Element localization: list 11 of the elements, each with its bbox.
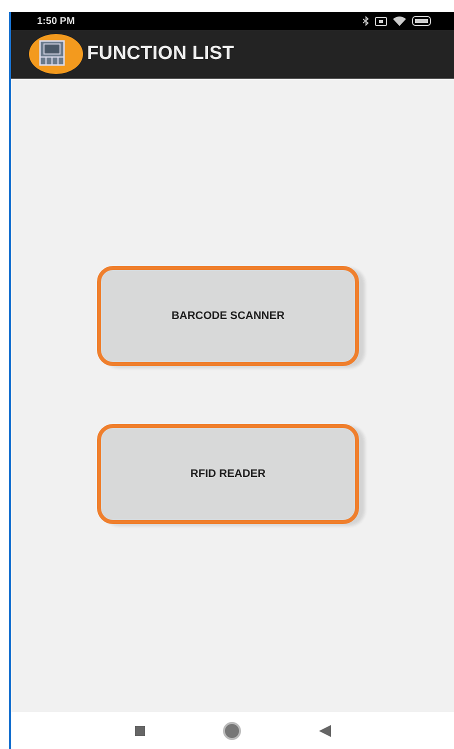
bluetooth-icon bbox=[363, 16, 369, 26]
logo-icon bbox=[29, 34, 83, 74]
function-button[interactable]: RFID READER bbox=[97, 424, 359, 524]
back-icon[interactable] bbox=[318, 724, 330, 736]
wifi-icon bbox=[393, 16, 406, 26]
status-time: 1:50 PM bbox=[37, 16, 75, 26]
app-title: FUNCTION LIST bbox=[87, 43, 234, 65]
recents-icon[interactable] bbox=[134, 726, 144, 736]
home-icon[interactable] bbox=[222, 722, 240, 740]
function-button[interactable]: BARCODE SCANNER bbox=[97, 266, 359, 366]
battery-icon bbox=[412, 16, 432, 26]
